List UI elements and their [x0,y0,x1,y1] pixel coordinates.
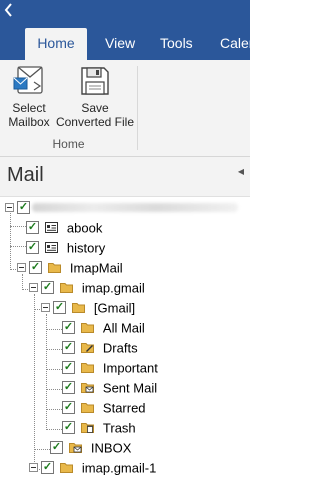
tree-node-imapmail[interactable]: ✓ ImapMail [17,259,123,279]
select-mailbox-label-line2: Mailbox [8,115,50,129]
tab-tools[interactable]: Tools [160,28,193,60]
contacts-card-icon [45,242,59,254]
tab-home[interactable]: Home [25,28,87,60]
tab-view[interactable]: View [105,28,135,60]
node-label: imap.gmail [81,280,145,296]
tree-node-imap-gmail-1[interactable]: ✓ imap.gmail-1 [29,459,156,479]
ribbon-tab-bar: Home View Tools Calen [0,0,257,60]
checkbox[interactable]: ✓ [62,401,75,415]
sent-folder-icon [81,383,95,394]
contacts-card-icon [45,222,59,234]
folder-icon [81,363,95,374]
expander-toggle[interactable] [41,303,50,313]
tree-connector [46,409,62,410]
tree-node-imap-gmail[interactable]: ✓ imap.gmail [29,279,145,299]
collapse-pane-icon[interactable]: ◀ [238,167,244,176]
tree-node-drafts[interactable]: ✓ Drafts [62,339,138,359]
save-converted-label-line2: Converted File [55,115,135,129]
tree-connector [46,429,62,430]
node-label: history [66,240,106,256]
tree-node-abook[interactable]: ✓ abook [26,219,102,239]
expander-toggle[interactable] [29,283,38,293]
tree-connector [34,294,35,470]
trash-folder-icon [81,423,95,434]
tree-node-history[interactable]: ✓ history [26,239,105,259]
back-arrow-icon[interactable] [3,2,15,18]
checkbox[interactable]: ✓ [29,261,42,275]
ribbon-group-divider [137,66,138,150]
tree-connector [46,389,62,390]
node-label: Drafts [102,340,138,356]
checkbox[interactable]: ✓ [26,241,39,255]
floppy-disk-icon [81,67,109,95]
folder-icon [81,323,95,334]
node-label: Trash [102,420,136,436]
folder-icon [48,263,62,274]
tree-node-sent-mail[interactable]: ✓ Sent Mail [62,379,157,399]
folder-icon [60,463,74,474]
checkbox[interactable]: ✓ [62,361,75,375]
tree-connector [46,314,47,430]
checkbox[interactable]: ✓ [41,461,54,475]
inbox-folder-icon [69,443,83,454]
node-label: Important [102,360,158,376]
node-label: Sent Mail [102,380,158,396]
checkbox[interactable]: ✓ [17,201,30,215]
folder-icon [60,283,74,294]
ribbon-panel: Select Mailbox Save Converted File Home [0,60,250,157]
tree-node-starred[interactable]: ✓ Starred [62,399,146,419]
mailbox-envelope-icon [13,66,43,94]
save-converted-file-button[interactable]: Save Converted File [54,60,136,134]
mail-folder-tree: ✓ ✓ abook ✓ history ✓ ImapMail ✓ imap.gm… [0,196,250,475]
tree-connector [46,369,62,370]
tree-node-all-mail[interactable]: ✓ All Mail [62,319,145,339]
node-label: abook [66,220,103,236]
checkbox[interactable]: ✓ [62,341,75,355]
checkbox[interactable]: ✓ [26,221,39,235]
checkbox[interactable]: ✓ [62,321,75,335]
tree-connector [46,349,62,350]
checkbox[interactable]: ✓ [50,441,63,455]
checkbox[interactable]: ✓ [62,421,75,435]
tree-node-inbox[interactable]: ✓ INBOX [50,439,131,459]
node-label: [Gmail] [93,300,136,316]
tree-connector [34,449,50,450]
tree-node-gmail-group[interactable]: ✓ [Gmail] [41,299,135,319]
select-mailbox-label-line1: Select [12,101,46,115]
pane-title: Mail [7,164,44,186]
mail-pane-header: Mail ◀ [0,157,250,197]
drafts-folder-icon [81,343,95,354]
tree-connector [46,329,62,330]
node-label: ImapMail [69,260,123,276]
select-mailbox-button[interactable]: Select Mailbox [3,60,55,134]
expander-toggle[interactable] [17,263,26,273]
tree-node-important[interactable]: ✓ Important [62,359,158,379]
tree-connector [10,246,26,247]
tree-node-trash[interactable]: ✓ Trash [62,419,136,439]
tree-connector [10,226,26,227]
checkbox[interactable]: ✓ [62,381,75,395]
folder-icon [81,403,95,414]
ribbon-group-label: Home [52,137,85,151]
node-label: INBOX [90,440,132,456]
node-label: Starred [102,400,146,416]
expander-toggle[interactable] [29,463,38,473]
node-label: All Mail [102,320,145,336]
tree-connector [10,210,11,270]
node-label: imap.gmail-1 [81,460,157,476]
folder-icon [72,303,86,314]
redacted-path [32,203,238,213]
tree-root-node[interactable]: ✓ [5,199,238,219]
checkbox[interactable]: ✓ [41,281,54,295]
expander-toggle[interactable] [5,203,14,213]
save-converted-label-line1: Save [81,101,109,115]
checkbox[interactable]: ✓ [53,301,66,315]
tab-calendar[interactable]: Calen [220,28,257,60]
